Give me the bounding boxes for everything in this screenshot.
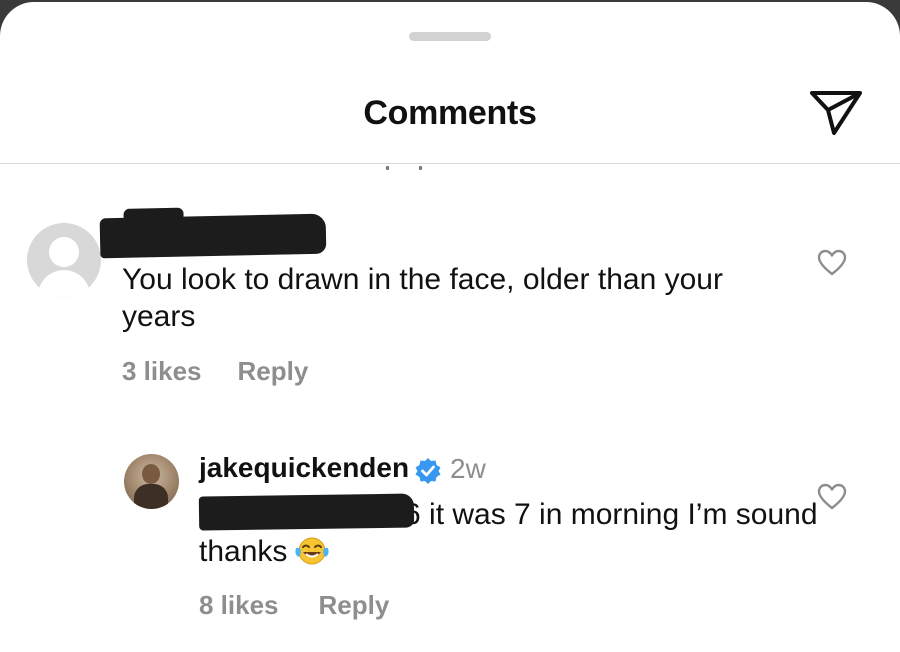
- comment-text: You look to drawn in the face, older tha…: [122, 263, 723, 333]
- page-title: Comments: [363, 94, 537, 132]
- reply-username[interactable]: jakequickenden: [199, 452, 409, 484]
- avatar-photo-torso: [134, 484, 168, 509]
- sheet-grabber[interactable]: [409, 32, 491, 41]
- avatar-placeholder-head: [49, 237, 79, 267]
- avatar[interactable]: [124, 454, 179, 509]
- reply-meta: 8 likes Reply: [199, 590, 389, 621]
- avatar[interactable]: [27, 223, 101, 297]
- heart-icon[interactable]: [817, 482, 847, 512]
- reply-button[interactable]: Reply: [319, 590, 390, 620]
- redacted-username: [99, 213, 327, 259]
- avatar-photo-face: [142, 464, 160, 484]
- scrolled-content-remnant: [386, 162, 436, 174]
- avatar-placeholder-body: [38, 270, 90, 297]
- comments-sheet: Comments You look to drawn in the face, …: [0, 2, 900, 652]
- heart-icon[interactable]: [817, 248, 847, 278]
- send-icon[interactable]: [808, 88, 864, 138]
- comment-meta: 3 likes Reply: [122, 356, 308, 387]
- like-count[interactable]: 3 likes: [122, 356, 202, 386]
- reply-button[interactable]: Reply: [238, 356, 309, 386]
- face-with-tears-of-joy-icon: [295, 537, 329, 565]
- header-divider: [0, 163, 900, 164]
- reply-timestamp: 2w: [450, 453, 486, 484]
- redacted-mention: [198, 493, 415, 531]
- like-count[interactable]: 8 likes: [199, 590, 279, 620]
- verified-badge-icon: [415, 458, 441, 484]
